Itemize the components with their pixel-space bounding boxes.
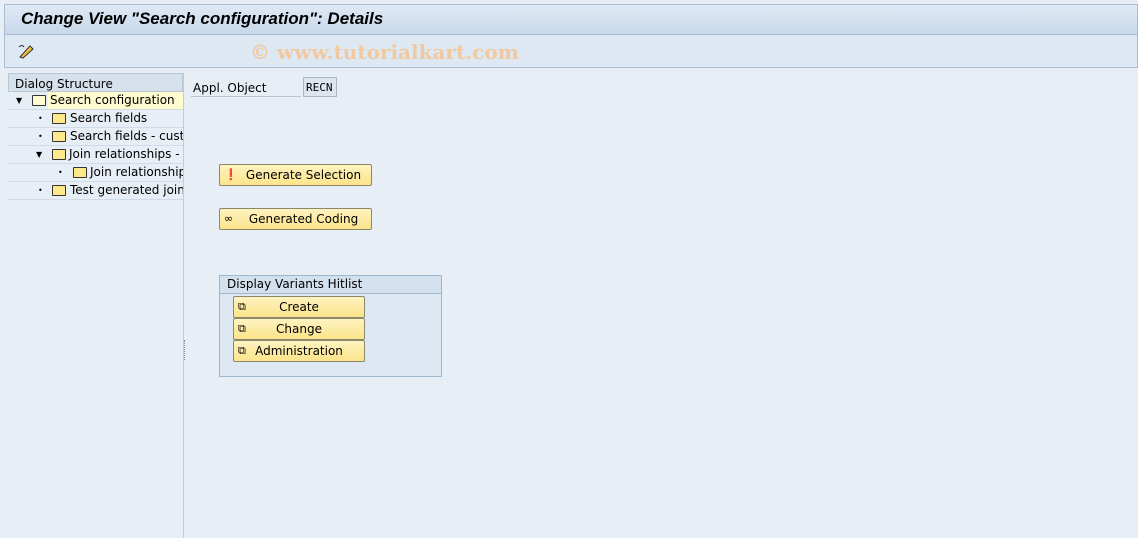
administration-button[interactable]: ⧉ Administration xyxy=(233,340,365,362)
dialog-structure-header: Dialog Structure xyxy=(8,73,183,92)
watermark: © www.tutorialkart.com xyxy=(250,40,519,64)
appl-object-field[interactable]: RECN xyxy=(303,77,337,97)
tree-node-test-generated-joins[interactable]: • Test generated joins xyxy=(8,182,183,200)
page-title: Change View "Search configuration": Deta… xyxy=(21,9,384,28)
magic-wand-icon: ❗ xyxy=(224,168,238,181)
folder-open-icon xyxy=(32,95,46,106)
tree-node-join-relationships[interactable]: • Join relationships xyxy=(8,164,183,182)
folder-icon xyxy=(52,131,66,142)
generate-selection-button[interactable]: ❗ Generate Selection xyxy=(219,164,372,186)
tree-node-search-configuration[interactable]: ▼ Search configuration xyxy=(8,92,183,110)
bullet-icon: • xyxy=(58,168,63,177)
title-bar: Change View "Search configuration": Deta… xyxy=(4,4,1138,35)
dialog-structure-panel: Dialog Structure ▼ Search configuration … xyxy=(8,73,184,538)
generated-coding-button[interactable]: ∞ Generated Coding xyxy=(219,208,372,230)
glasses-icon: ∞ xyxy=(224,212,234,225)
bullet-icon: • xyxy=(38,186,43,195)
folder-icon xyxy=(52,185,66,196)
variant-icon: ⧉ xyxy=(238,344,246,357)
bullet-icon: • xyxy=(38,114,43,123)
expand-icon[interactable]: ▼ xyxy=(36,146,42,163)
tree-node-join-relationships-tables[interactable]: ▼ Join relationships - ta xyxy=(8,146,183,164)
variant-icon: ⧉ xyxy=(238,322,246,335)
folder-icon xyxy=(52,113,66,124)
display-change-icon[interactable] xyxy=(17,43,35,59)
group-title: Display Variants Hitlist xyxy=(220,276,441,294)
tree-node-search-fields-customer[interactable]: • Search fields - custor xyxy=(8,128,183,146)
tree-node-search-fields[interactable]: • Search fields xyxy=(8,110,183,128)
expand-icon[interactable]: ▼ xyxy=(16,92,22,109)
variant-icon: ⧉ xyxy=(238,300,246,313)
application-toolbar: © www.tutorialkart.com xyxy=(4,35,1138,68)
folder-icon xyxy=(52,149,66,160)
folder-icon xyxy=(73,167,87,178)
change-button[interactable]: ⧉ Change xyxy=(233,318,365,340)
create-button[interactable]: ⧉ Create xyxy=(233,296,365,318)
splitter-handle[interactable] xyxy=(184,340,186,360)
bullet-icon: • xyxy=(38,132,43,141)
appl-object-label: Appl. Object xyxy=(191,79,301,97)
